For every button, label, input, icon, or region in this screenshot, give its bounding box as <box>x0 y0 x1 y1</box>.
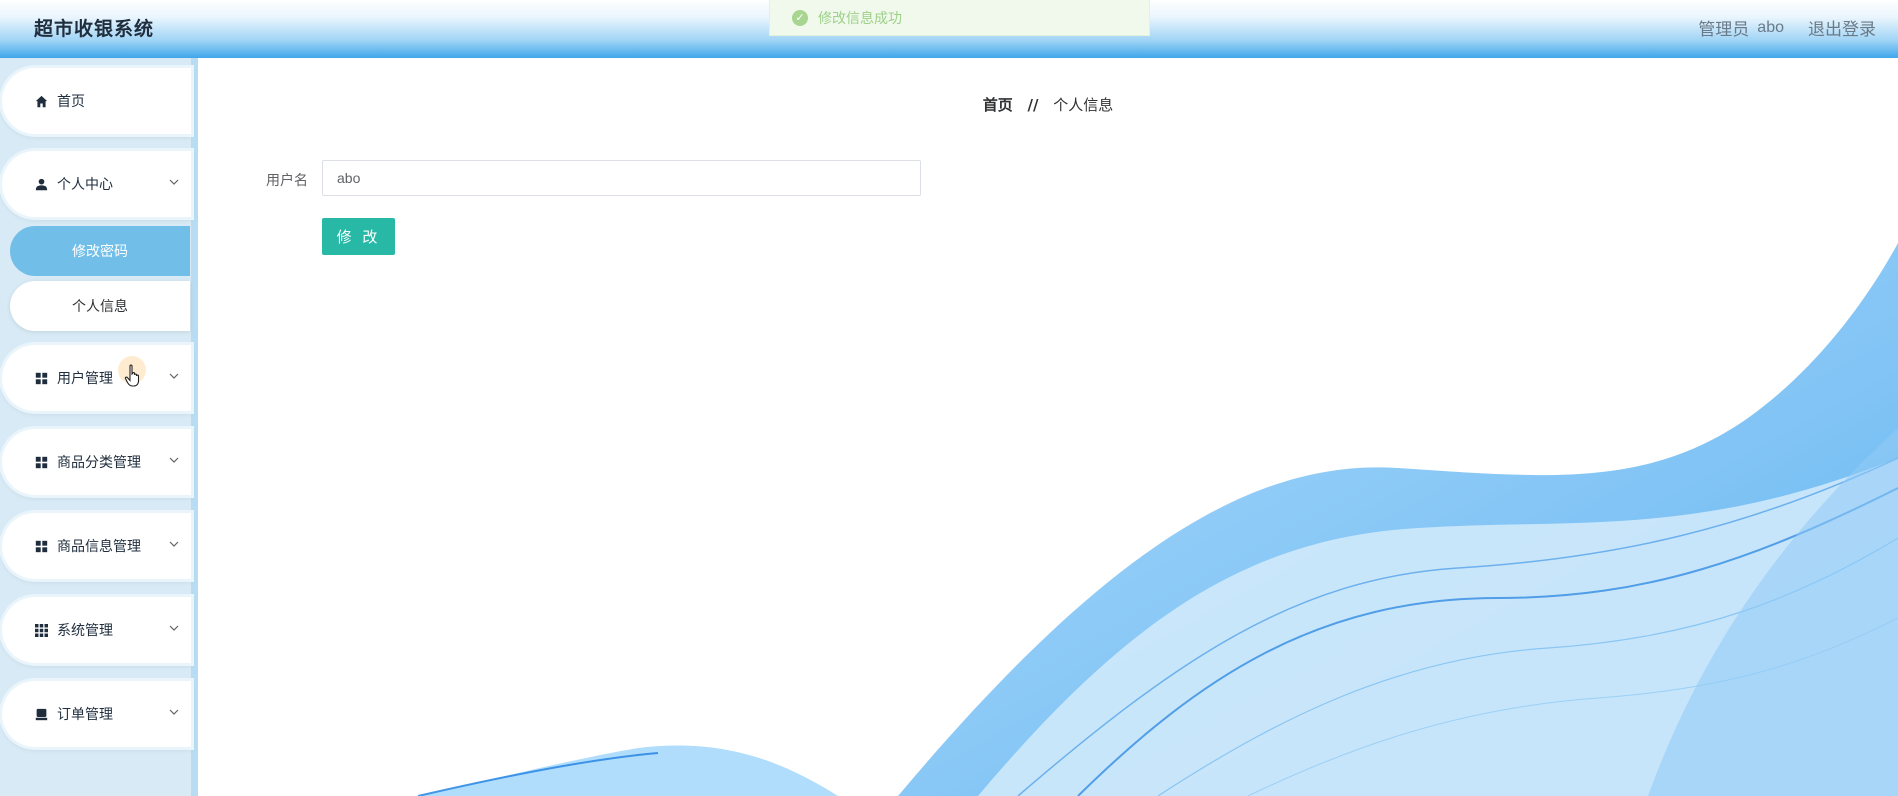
chevron-down-icon <box>169 373 179 379</box>
sidebar-item-personal-center[interactable]: 个人中心 <box>2 151 191 217</box>
chevron-down-icon <box>169 457 179 463</box>
sidebar-item-order-management[interactable]: 订单管理 <box>2 681 191 747</box>
chevron-down-icon <box>169 541 179 547</box>
grid-icon <box>34 539 48 553</box>
sidebar-item-label: 商品分类管理 <box>57 455 141 471</box>
user-name: abo <box>1757 18 1784 36</box>
main-content: 首页 // 个人信息 用户名 修 改 <box>198 58 1898 796</box>
sidebar-item-label: 系统管理 <box>57 623 113 639</box>
sidebar-item-label: 个人中心 <box>57 177 113 193</box>
toast-message: 修改信息成功 <box>818 10 902 27</box>
user-area: 管理员 abo 退出登录 <box>1698 15 1876 41</box>
breadcrumb-current: 个人信息 <box>1053 96 1114 114</box>
sidebar-item-user-management[interactable]: 用户管理 <box>2 345 191 411</box>
submenu-item-label: 修改密码 <box>72 244 128 260</box>
sidebar-item-system-management[interactable]: 系统管理 <box>2 597 191 663</box>
submit-button[interactable]: 修 改 <box>322 218 395 255</box>
sidebar-item-label: 订单管理 <box>57 707 113 723</box>
sidebar-item-label: 用户管理 <box>57 371 113 387</box>
sidebar-item-label: 首页 <box>57 94 85 110</box>
apps-icon <box>34 623 48 637</box>
username-input[interactable] <box>322 160 921 196</box>
sidebar-item-label: 商品信息管理 <box>57 539 141 555</box>
chevron-down-icon <box>169 625 179 631</box>
chevron-down-icon <box>169 179 179 185</box>
check-circle-icon: ✓ <box>792 9 808 26</box>
breadcrumb-home[interactable]: 首页 <box>983 96 1013 114</box>
breadcrumb: 首页 // 个人信息 <box>198 94 1898 115</box>
sidebar-item-category-management[interactable]: 商品分类管理 <box>2 429 191 495</box>
home-icon <box>34 94 48 108</box>
sidebar-divider <box>191 58 198 796</box>
sidebar-item-home[interactable]: 首页 <box>2 68 191 134</box>
user-icon <box>34 177 48 191</box>
chevron-down-icon <box>169 709 179 715</box>
username-label: 用户名 <box>266 173 308 189</box>
submenu-item-change-password[interactable]: 修改密码 <box>10 226 190 276</box>
submenu-item-label: 个人信息 <box>72 299 128 315</box>
hand-cursor-icon <box>124 364 140 387</box>
success-toast: ✓ 修改信息成功 <box>769 0 1150 36</box>
grid-icon <box>34 455 48 469</box>
breadcrumb-separator: // <box>1027 96 1039 114</box>
sidebar-item-product-management[interactable]: 商品信息管理 <box>2 513 191 579</box>
app-title: 超市收银系统 <box>34 18 155 40</box>
logout-link[interactable]: 退出登录 <box>1808 15 1876 40</box>
submenu-item-personal-info[interactable]: 个人信息 <box>10 281 190 331</box>
user-role: 管理员 <box>1698 20 1750 40</box>
order-icon <box>34 707 48 721</box>
grid-icon <box>34 371 48 385</box>
